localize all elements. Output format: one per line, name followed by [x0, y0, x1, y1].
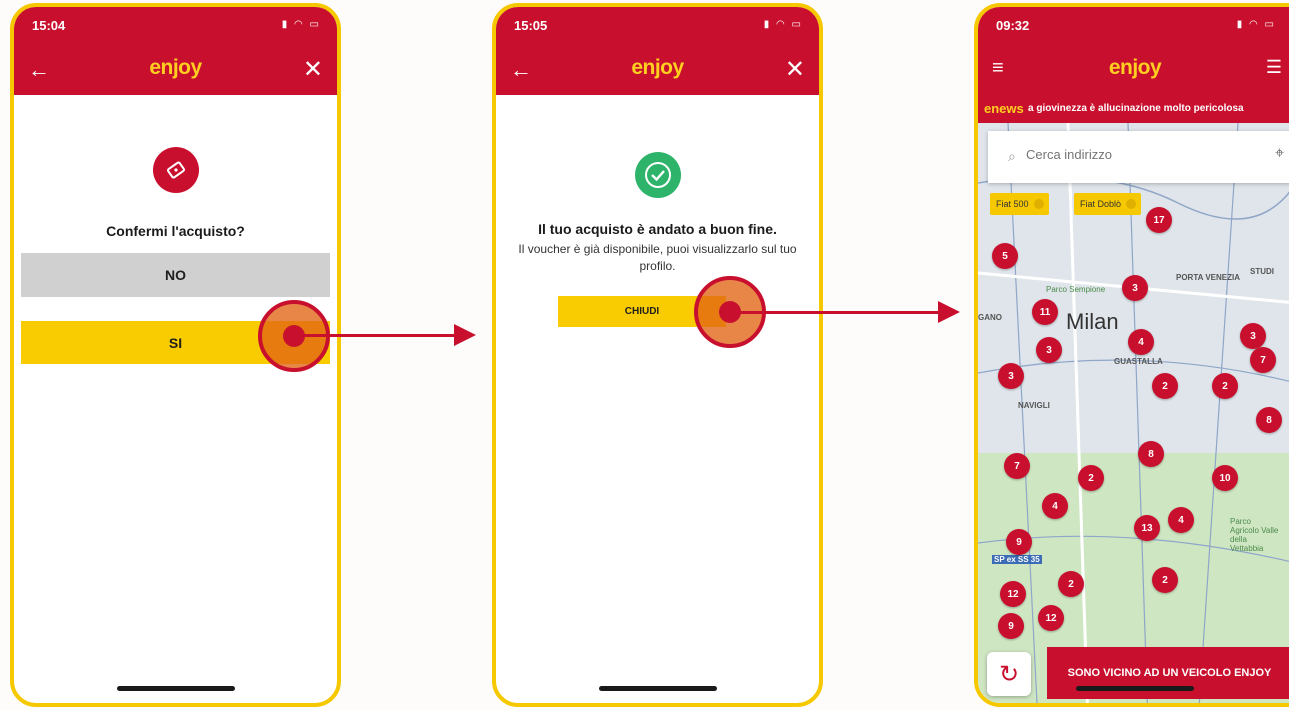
vehicle-cluster-marker[interactable]: 2 [1078, 465, 1104, 491]
enews-logo: enews [984, 101, 1024, 116]
vehicle-cluster-marker[interactable]: 10 [1212, 465, 1238, 491]
vehicle-cluster-marker[interactable]: 3 [1122, 275, 1148, 301]
status-time: 15:05 [514, 18, 548, 33]
close-icon[interactable]: ✕ [303, 55, 323, 84]
vehicle-cluster-marker[interactable]: 4 [1128, 329, 1154, 355]
check-icon [634, 152, 681, 198]
status-icons: ▮ ◠ ▭ [281, 19, 321, 30]
filter-chip-fiat-doblo[interactable]: Fiat Doblò [1074, 193, 1142, 215]
phone-purchase-success: 15:05 ▮ ◠ ▭ ← enjoy ✕ Il tuo acquisto è … [492, 3, 823, 707]
news-ticker[interactable]: enews a giovinezza è allucinazione molto… [978, 95, 1289, 123]
success-title: Il tuo acquisto è andato a buon fine. [538, 221, 777, 237]
search-icon: ⌕ [1008, 148, 1016, 164]
search-bar[interactable]: ⌕ ⌖ [988, 131, 1289, 183]
app-header: 15:04 ▮ ◠ ▭ ← enjoy ✕ [14, 7, 337, 95]
vehicle-cluster-marker[interactable]: 3 [1036, 337, 1062, 363]
status-icons: ▮ ◠ ▭ [1236, 19, 1276, 30]
flow-arrow-head [454, 324, 476, 346]
vehicle-cluster-marker[interactable]: 3 [998, 363, 1024, 389]
vehicle-cluster-marker[interactable]: 2 [1152, 373, 1178, 399]
flow-arrow-head [938, 301, 960, 323]
enjoy-logo: enjoy [631, 56, 684, 79]
vehicle-cluster-marker[interactable]: 8 [1256, 407, 1282, 433]
city-label: Milan [1066, 309, 1119, 334]
flow-arrow-line [300, 334, 460, 337]
voucher-icon [152, 147, 199, 193]
status-time: 09:32 [996, 18, 1030, 33]
close-icon[interactable]: ✕ [785, 55, 805, 84]
map-label: STUDI [1250, 267, 1274, 276]
app-header: 09:32 ▮ ◠ ▭ ≡ enjoy ☰ [978, 7, 1289, 95]
status-time: 15:04 [32, 18, 66, 33]
vehicle-cluster-marker[interactable]: 4 [1042, 493, 1068, 519]
success-message: Il voucher è già disponibile, puoi visua… [518, 242, 797, 273]
map-label: GUASTALLA [1114, 357, 1163, 366]
vehicle-cluster-marker[interactable]: 12 [1000, 581, 1026, 607]
filter-chip-fiat-500[interactable]: Fiat 500 [990, 193, 1049, 215]
confirm-title: Confermi l'acquisto? [106, 223, 245, 239]
filter-icon[interactable]: ☰ [1266, 57, 1282, 78]
chip-label: Fiat Doblò [1080, 199, 1122, 209]
search-input[interactable] [1026, 147, 1226, 162]
app-header: 15:05 ▮ ◠ ▭ ← enjoy ✕ [496, 7, 819, 95]
vehicle-cluster-marker[interactable]: 17 [1146, 207, 1172, 233]
locate-icon[interactable]: ⌖ [1275, 145, 1284, 163]
road-badge: SP ex SS 35 [992, 555, 1042, 564]
vehicle-cluster-marker[interactable]: 3 [1240, 323, 1266, 349]
vehicle-cluster-marker[interactable]: 12 [1038, 605, 1064, 631]
vehicle-cluster-marker[interactable]: 8 [1138, 441, 1164, 467]
remove-filter-icon[interactable] [1126, 199, 1137, 209]
home-indicator [116, 686, 235, 691]
phone-map: 09:32 ▮ ◠ ▭ ≡ enjoy ☰ enews a giovinezza… [974, 3, 1289, 707]
map-label: PORTA VENEZIA [1176, 273, 1241, 282]
home-indicator [1076, 686, 1194, 691]
vehicle-cluster-marker[interactable]: 7 [1004, 453, 1030, 479]
refresh-button[interactable]: ↻ [987, 652, 1031, 696]
chip-label: Fiat 500 [996, 199, 1029, 209]
enjoy-logo: enjoy [149, 56, 202, 79]
news-text: a giovinezza è allucinazione molto peric… [1028, 103, 1244, 114]
vehicle-cluster-marker[interactable]: 9 [998, 613, 1024, 639]
no-button[interactable]: NO [21, 253, 330, 297]
map-label: GANO [978, 313, 1002, 322]
status-icons: ▮ ◠ ▭ [763, 19, 803, 30]
vehicle-cluster-marker[interactable]: 5 [992, 243, 1018, 269]
vehicle-cluster-marker[interactable]: 13 [1134, 515, 1160, 541]
map-label: Parco Sempione [1046, 285, 1106, 294]
map-label: NAVIGLI [1018, 401, 1050, 410]
vehicle-cluster-marker[interactable]: 9 [1006, 529, 1032, 555]
nearby-vehicle-button[interactable]: SONO VICINO AD UN VEICOLO ENJOY [1047, 647, 1289, 699]
vehicle-cluster-marker[interactable]: 2 [1152, 567, 1178, 593]
vehicle-cluster-marker[interactable]: 4 [1168, 507, 1194, 533]
vehicle-cluster-marker[interactable]: 2 [1058, 571, 1084, 597]
vehicle-cluster-marker[interactable]: 7 [1250, 347, 1276, 373]
flow-arrow-line [736, 311, 944, 314]
enjoy-logo: enjoy [1108, 56, 1162, 79]
vehicle-cluster-marker[interactable]: 11 [1032, 299, 1058, 325]
map-label: Parco Agricolo Valle della Vettabbia [1230, 517, 1279, 553]
flow-stage: 15:04 ▮ ◠ ▭ ← enjoy ✕ Confermi l'acquist… [0, 0, 1289, 710]
vehicle-cluster-marker[interactable]: 2 [1212, 373, 1238, 399]
refresh-icon: ↻ [998, 660, 1020, 688]
home-indicator [598, 686, 717, 691]
remove-filter-icon[interactable] [1033, 199, 1044, 209]
